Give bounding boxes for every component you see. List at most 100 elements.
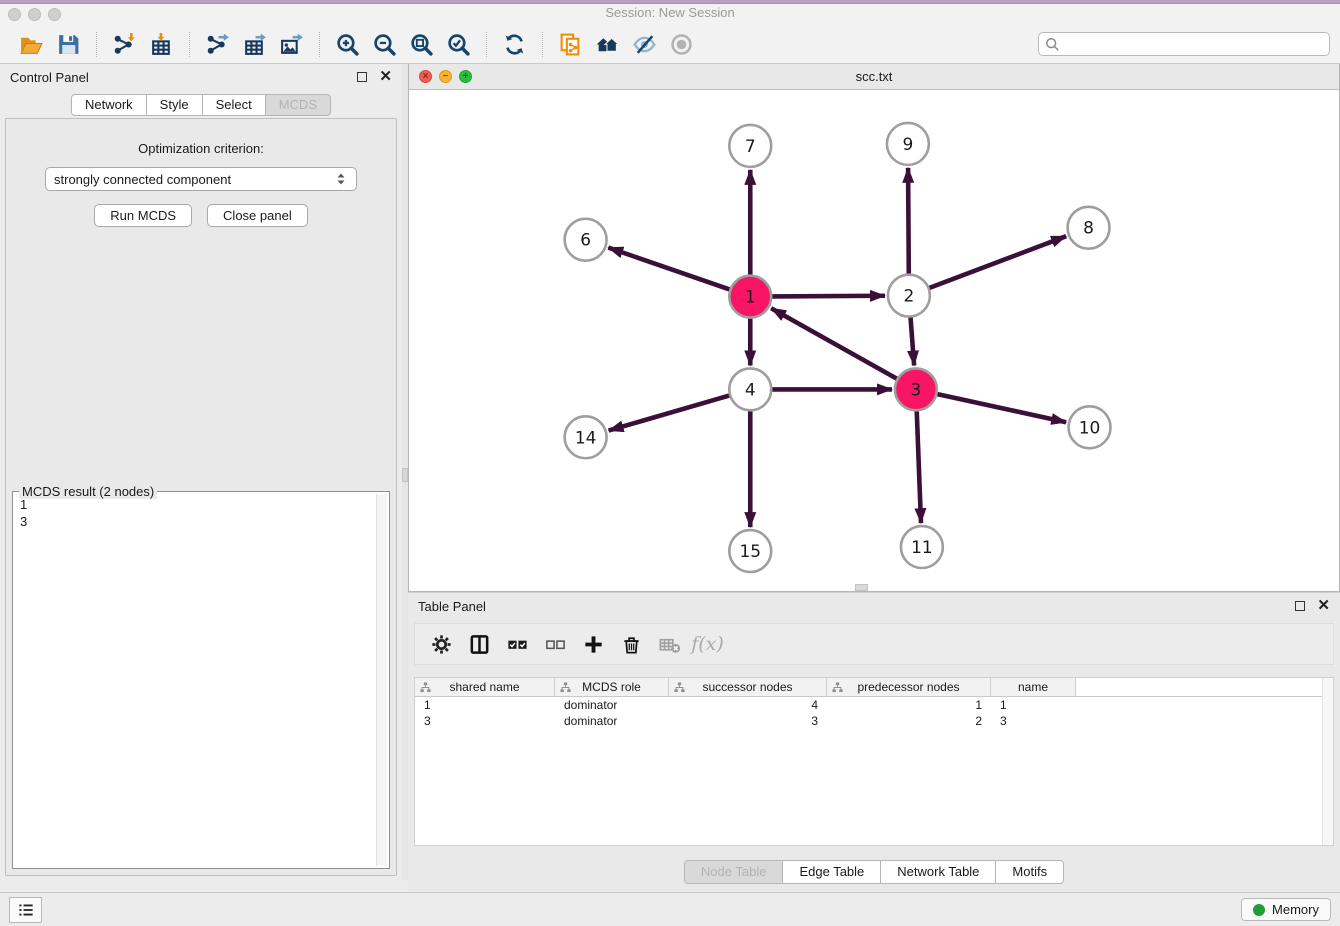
- unselect-all-columns-icon: [544, 633, 567, 656]
- criterion-dropdown[interactable]: strongly connected component: [45, 167, 357, 191]
- network-maximize-icon[interactable]: [459, 70, 472, 83]
- tab-mcds[interactable]: MCDS: [265, 94, 331, 116]
- tab-edge-table[interactable]: Edge Table: [782, 860, 881, 884]
- tab-network[interactable]: Network: [71, 94, 147, 116]
- search-box[interactable]: [1038, 32, 1330, 56]
- node-4[interactable]: 4: [729, 368, 771, 410]
- zoom-selected-button[interactable]: [440, 30, 477, 60]
- tab-node-table[interactable]: Node Table: [684, 860, 784, 884]
- close-panel-icon[interactable]: ✕: [379, 72, 392, 82]
- column-header-name[interactable]: name: [991, 678, 1076, 696]
- function-builder-icon: f(x): [691, 633, 724, 655]
- window-title: Session: New Session: [0, 5, 1340, 20]
- network-title: scc.txt: [856, 69, 893, 84]
- zoom-selected-icon: [446, 32, 471, 57]
- refresh-view-button[interactable]: [496, 30, 533, 60]
- result-scrollbar[interactable]: [376, 494, 387, 866]
- network-canvas[interactable]: 7 9 6 8 1 2 4 3 14 10 15 11: [409, 90, 1339, 591]
- tab-network-table[interactable]: Network Table: [880, 860, 996, 884]
- toolbar-group: [542, 32, 709, 58]
- node-8[interactable]: 8: [1068, 207, 1110, 249]
- network-minimize-icon[interactable]: [439, 70, 452, 83]
- run-mcds-button[interactable]: Run MCDS: [94, 204, 192, 227]
- edge-3-11[interactable]: [917, 411, 921, 523]
- float-table-panel-icon[interactable]: [1295, 601, 1305, 611]
- edge-3-1[interactable]: [771, 308, 897, 378]
- control-panel-title: Control Panel: [10, 70, 89, 85]
- close-panel-button[interactable]: Close panel: [207, 204, 308, 227]
- zoom-out-button[interactable]: [366, 30, 403, 60]
- edge-2-9[interactable]: [908, 168, 909, 274]
- column-header-shared-name[interactable]: shared name: [415, 678, 555, 696]
- tab-motifs[interactable]: Motifs: [995, 860, 1064, 884]
- node-label-3: 3: [911, 379, 922, 399]
- hide-selected-button[interactable]: [626, 30, 663, 60]
- node-9[interactable]: 9: [887, 123, 929, 165]
- import-network-button[interactable]: [106, 30, 143, 60]
- settings-button[interactable]: [425, 628, 458, 660]
- export-image-icon: [279, 32, 304, 57]
- save-session-button[interactable]: [50, 30, 87, 60]
- cell-predecessor-nodes: 2: [827, 714, 991, 728]
- close-table-panel-icon[interactable]: ✕: [1317, 601, 1330, 611]
- cell-mcds-role: dominator: [555, 698, 669, 712]
- column-header-successor-nodes[interactable]: successor nodes: [669, 678, 827, 696]
- table-toolbar: f(x): [414, 623, 1334, 665]
- float-panel-icon[interactable]: [357, 72, 367, 82]
- criterion-value: strongly connected component: [54, 172, 231, 187]
- import-table-button[interactable]: [143, 30, 180, 60]
- node-10[interactable]: 10: [1069, 406, 1111, 448]
- node-1[interactable]: 1: [729, 276, 771, 318]
- content-area: Control Panel ✕ NetworkStyleSelectMCDS O…: [0, 64, 1340, 892]
- node-14[interactable]: 14: [565, 416, 607, 458]
- delete-column-button[interactable]: [615, 628, 648, 660]
- node-table: shared nameMCDS rolesuccessor nodesprede…: [414, 677, 1334, 846]
- select-all-columns-button[interactable]: [501, 628, 534, 660]
- application-window: Session: New Session Control Panel ✕ Net…: [0, 0, 1340, 926]
- edge-1-6[interactable]: [608, 248, 729, 290]
- column-layout-button[interactable]: [463, 628, 496, 660]
- network-close-icon[interactable]: [419, 70, 432, 83]
- node-3[interactable]: 3: [895, 368, 937, 410]
- export-network-button[interactable]: [199, 30, 236, 60]
- unselect-all-columns-button[interactable]: [539, 628, 572, 660]
- zoom-fit-icon: [409, 32, 434, 57]
- export-table-button[interactable]: [236, 30, 273, 60]
- edge-3-10[interactable]: [937, 394, 1066, 422]
- node-11[interactable]: 11: [901, 526, 943, 568]
- table-row[interactable]: 3dominator323: [415, 713, 1333, 729]
- table-row[interactable]: 1dominator411: [415, 697, 1333, 713]
- node-label-9: 9: [903, 134, 914, 154]
- edge-2-8[interactable]: [929, 236, 1066, 288]
- zoom-in-button[interactable]: [329, 30, 366, 60]
- horizontal-splitter-handle[interactable]: [855, 584, 868, 591]
- column-header-predecessor-nodes[interactable]: predecessor nodes: [827, 678, 991, 696]
- memory-button[interactable]: Memory: [1241, 898, 1331, 921]
- tab-style[interactable]: Style: [146, 94, 203, 116]
- hierarchy-icon: [674, 682, 685, 693]
- node-label-2: 2: [904, 286, 915, 306]
- node-2[interactable]: 2: [888, 275, 930, 317]
- edge-1-2[interactable]: [772, 296, 885, 297]
- hierarchy-icon: [560, 682, 571, 693]
- edge-2-3[interactable]: [911, 317, 915, 365]
- table-scrollbar[interactable]: [1322, 678, 1333, 845]
- hierarchy-icon: [832, 682, 843, 693]
- duplicate-network-button[interactable]: [552, 30, 589, 60]
- main-toolbar: [0, 26, 1340, 64]
- zoom-fit-button[interactable]: [403, 30, 440, 60]
- list-icon: [16, 900, 36, 920]
- column-header-mcds-role[interactable]: MCDS role: [555, 678, 669, 696]
- create-column-button[interactable]: [577, 628, 610, 660]
- node-7[interactable]: 7: [729, 125, 771, 167]
- hierarchy-icon: [420, 682, 431, 693]
- edge-4-14[interactable]: [609, 396, 730, 431]
- node-6[interactable]: 6: [565, 219, 607, 261]
- open-file-button[interactable]: [13, 30, 50, 60]
- tab-select[interactable]: Select: [202, 94, 266, 116]
- task-history-button[interactable]: [9, 897, 42, 923]
- search-input[interactable]: [1064, 37, 1323, 52]
- show-all-nodes-edges-button[interactable]: [589, 30, 626, 60]
- node-15[interactable]: 15: [729, 530, 771, 572]
- export-image-button[interactable]: [273, 30, 310, 60]
